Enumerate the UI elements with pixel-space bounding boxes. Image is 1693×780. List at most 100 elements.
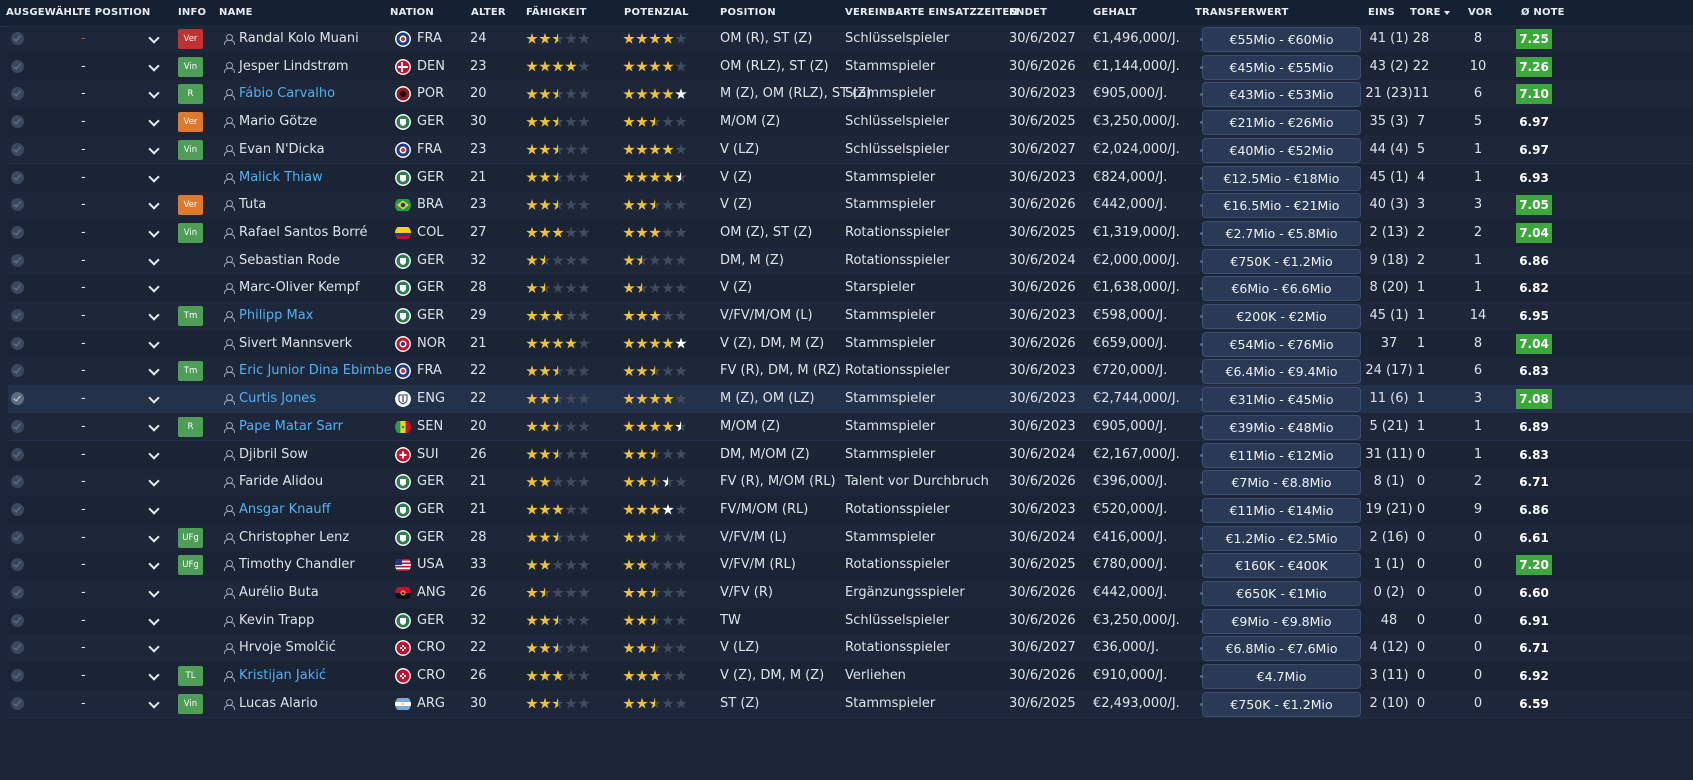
table-row[interactable]: - TL Kristijan Jakić CRO 26 V (Z), DM, M (Z) V… (8, 662, 1693, 691)
row-select-check-icon[interactable] (11, 309, 24, 322)
transfer-value-button[interactable]: €43Mio - €53Mio (1200, 82, 1361, 108)
table-row[interactable]: - Hrvoje Smolčić CRO 22 V (LZ) Rotationsspiel… (8, 634, 1693, 664)
nation-code[interactable]: GER (417, 247, 444, 275)
table-row[interactable]: - Vin Jesper Lindstrøm DEN 23 OM (RLZ), ST (Z… (8, 52, 1693, 82)
row-select-check-icon[interactable] (11, 475, 24, 489)
player-name[interactable]: Jesper Lindstrøm (239, 53, 349, 81)
info-badge[interactable]: Ver (178, 29, 203, 49)
transfer-value-button[interactable]: €750K - €1.2Mio (1200, 691, 1361, 717)
header-name[interactable]: NAME (219, 0, 253, 26)
player-name[interactable]: Evan N'Dicka (239, 136, 325, 164)
position-dropdown-chevron-icon[interactable] (148, 226, 160, 238)
nation-code[interactable]: POR (417, 80, 444, 108)
header-transfer-value[interactable]: TRANSFERWERT (1195, 0, 1289, 26)
row-select-check-icon[interactable] (11, 502, 24, 516)
player-name[interactable]: Curtis Jones (239, 385, 316, 413)
header-ends[interactable]: ENDET (1009, 0, 1047, 26)
player-name[interactable]: Tuta (239, 191, 266, 219)
nation-code[interactable]: SEN (417, 413, 443, 441)
row-select-check-icon[interactable] (11, 669, 24, 683)
nation-code[interactable]: ENG (417, 385, 445, 413)
position-dropdown-chevron-icon[interactable] (148, 337, 160, 349)
nation-code[interactable]: GER (417, 274, 444, 302)
player-name[interactable]: Ansgar Knauff (239, 496, 331, 524)
transfer-value-button[interactable]: €12.5Mio - €18Mio (1200, 165, 1361, 191)
row-select-check-icon[interactable] (11, 364, 24, 378)
header-selected-position[interactable]: AUSGEWÄHLTE POSITION (6, 0, 151, 26)
position-dropdown-chevron-icon[interactable] (148, 558, 160, 570)
nation-code[interactable]: CRO (417, 662, 445, 690)
nation-code[interactable]: GER (417, 108, 444, 136)
info-badge[interactable]: UFg (178, 527, 203, 548)
transfer-value-button[interactable]: €39Mio - €48Mio (1200, 414, 1361, 440)
nation-code[interactable]: FRA (417, 25, 442, 53)
player-name[interactable]: Philipp Max (239, 302, 313, 330)
info-badge[interactable]: R (178, 416, 203, 437)
table-row[interactable]: - Kevin Trapp GER 32 TW Schlüsselspieler 30/6/… (8, 606, 1693, 636)
nation-code[interactable]: COL (417, 219, 444, 247)
player-name[interactable]: Pape Matar Sarr (239, 413, 343, 441)
row-select-check-icon[interactable] (11, 447, 24, 461)
transfer-value-button[interactable]: €750K - €1.2Mio (1200, 248, 1361, 274)
transfer-value-button[interactable]: €4.7Mio (1200, 664, 1361, 690)
table-row[interactable]: - Tm Eric Junior Dina Ebimbe FRA 22 FV (R), D… (8, 357, 1693, 387)
nation-code[interactable]: FRA (417, 357, 442, 385)
position-dropdown-chevron-icon[interactable] (148, 447, 160, 460)
row-select-check-icon[interactable] (11, 142, 24, 156)
table-row[interactable]: - Ver Mario Götze GER 30 M/OM (Z) Schlüsselspi… (8, 108, 1693, 137)
nation-code[interactable]: GER (417, 302, 444, 330)
nation-code[interactable]: USA (417, 551, 444, 579)
table-row[interactable]: - Marc-Oliver Kempf GER 28 V (Z) Starspieler 3… (8, 274, 1693, 303)
nation-code[interactable]: GER (417, 468, 444, 496)
transfer-value-button[interactable]: €45Mio - €55Mio (1200, 54, 1361, 80)
position-dropdown-chevron-icon[interactable] (148, 364, 160, 377)
info-badge[interactable]: R (178, 84, 203, 105)
transfer-value-button[interactable]: €54Mio - €76Mio (1200, 331, 1361, 357)
table-row[interactable]: - Ansgar Knauff GER 21 FV/M/OM (RL) Rotations… (8, 495, 1693, 525)
transfer-value-button[interactable]: €9Mio - €9.8Mio (1200, 608, 1361, 634)
info-badge[interactable]: Vin (178, 139, 203, 160)
info-badge[interactable]: Tm (178, 361, 203, 382)
position-dropdown-chevron-icon[interactable] (148, 170, 160, 183)
nation-code[interactable]: ARG (417, 690, 445, 718)
table-row[interactable]: - Aurélio Buta ANG 26 V/FV (R) Ergänzungsspie… (8, 579, 1693, 608)
nation-code[interactable]: SUI (417, 441, 439, 469)
header-ability[interactable]: FÄHIGKEIT (526, 0, 587, 26)
position-dropdown-chevron-icon[interactable] (148, 420, 160, 432)
player-name[interactable]: Fábio Carvalho (239, 80, 335, 108)
player-name[interactable]: Rafael Santos Borré (239, 219, 367, 247)
row-select-check-icon[interactable] (11, 613, 24, 627)
nation-code[interactable]: NOR (417, 330, 446, 358)
info-badge[interactable]: Vin (178, 693, 203, 714)
header-info[interactable]: INFO (178, 0, 206, 26)
player-name[interactable]: Hrvoje Smolčić (239, 634, 336, 662)
nation-code[interactable]: BRA (417, 191, 443, 219)
transfer-value-button[interactable]: €1.2Mio - €2.5Mio (1200, 525, 1361, 551)
header-apps[interactable]: EINS (1368, 0, 1395, 26)
header-rating[interactable]: Ø NOTE (1521, 0, 1565, 26)
table-row[interactable]: - Djibril Sow SUI 26 DM, M/OM (Z) Stammspiele… (8, 440, 1693, 470)
row-select-check-icon[interactable] (11, 696, 24, 710)
row-select-check-icon[interactable] (11, 32, 24, 45)
sort-desc-icon[interactable] (1444, 11, 1450, 15)
row-select-check-icon[interactable] (11, 225, 24, 239)
position-dropdown-chevron-icon[interactable] (148, 503, 160, 515)
row-select-check-icon[interactable] (11, 87, 24, 101)
transfer-value-button[interactable]: €6Mio - €6.6Mio (1200, 276, 1361, 302)
info-badge[interactable]: Vin (178, 222, 203, 243)
table-row[interactable]: - Sebastian Rode GER 32 DM, M (Z) Rotationssp… (8, 246, 1693, 276)
position-dropdown-chevron-icon[interactable] (148, 143, 160, 155)
player-name[interactable]: Sivert Mannsverk (239, 330, 352, 358)
row-select-check-icon[interactable] (11, 558, 24, 572)
table-row[interactable]: - Vin Rafael Santos Borré COL 27 OM (Z), ST (… (8, 218, 1693, 248)
position-dropdown-chevron-icon[interactable] (148, 697, 160, 709)
table-row[interactable]: - Ver Tuta BRA 23 V (Z) Stammspieler 30/6/2026 €… (8, 191, 1693, 220)
header-position[interactable]: POSITION (720, 0, 776, 26)
table-row[interactable]: - Faride Alidou GER 21 FV (R), M/OM (RL) Tale… (8, 468, 1693, 497)
transfer-value-button[interactable]: €16.5Mio - €21Mio (1200, 193, 1361, 219)
player-name[interactable]: Eric Junior Dina Ebimbe (239, 357, 392, 385)
position-dropdown-chevron-icon[interactable] (148, 586, 160, 598)
transfer-value-button[interactable]: €11Mio - €12Mio (1200, 442, 1361, 468)
table-row[interactable]: - R Pape Matar Sarr SEN 20 M/OM (Z) Stammspiel… (8, 412, 1693, 442)
info-badge[interactable]: Vin (178, 56, 203, 77)
